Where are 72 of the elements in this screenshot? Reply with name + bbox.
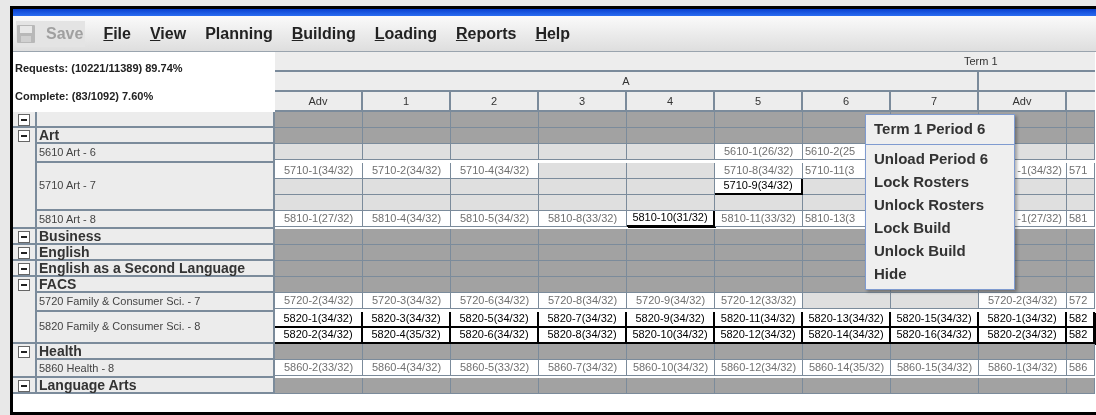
collapse-icon[interactable] [18, 130, 30, 142]
collapse-icon[interactable] [18, 380, 30, 392]
table-cell: 5720-12(33/32) [715, 293, 803, 309]
table-cell: 5720-2(34/32) [979, 293, 1067, 309]
category-label: English as a Second Language [37, 261, 275, 277]
summary-text: Requests: (10221/11389) 89.74% [15, 60, 184, 76]
menu-item[interactable]: Help [534, 21, 572, 46]
table-cell: 5720-8(34/32) [539, 293, 627, 309]
table-cell: 572 [1067, 293, 1095, 309]
menu-item[interactable]: Building [290, 21, 357, 46]
table-cell: 5710-2(34/32) [363, 162, 451, 179]
table-cell: 582 [1067, 311, 1095, 328]
column-header: A [275, 72, 979, 92]
column-header: 3 [539, 92, 627, 112]
menu-item[interactable]: Unlock Build [866, 240, 1014, 263]
table-cell: 5820-15(34/32) [891, 311, 979, 328]
collapse-icon[interactable] [18, 279, 30, 291]
column-header: Adv [979, 92, 1067, 112]
table-cell [1067, 229, 1095, 245]
table-cell [1067, 277, 1095, 293]
menu-title: Term 1 Period 6 [866, 115, 1014, 145]
table-cell [1067, 112, 1095, 128]
table-cell: 5820-7(34/32) [539, 311, 627, 328]
category-label: English [37, 245, 275, 261]
category-label: Language Arts [37, 378, 275, 394]
menu-item[interactable]: View [148, 21, 188, 46]
column-header: 6 [803, 92, 891, 112]
course-label: 5720 Family & Consumer Sci. - 7 [37, 293, 275, 312]
column-header: 7 [891, 92, 979, 112]
table-cell: 5820-3(34/32) [363, 311, 451, 328]
collapse-icon[interactable] [18, 114, 30, 126]
table-cell: 5820-1(34/32) [979, 311, 1067, 328]
table-cell: 5710-8(34/32) [715, 162, 803, 179]
table-cell: 5710-1(34/32) [275, 162, 363, 179]
table-cell: 5820-13(34/32) [803, 311, 891, 328]
summary-text: Complete: (83/1092) 7.60% [15, 88, 155, 104]
column-header: Adv [275, 92, 363, 112]
table-cell: 5720-6(34/32) [451, 293, 539, 309]
table-cell: 571 [1067, 162, 1095, 179]
menu-item[interactable]: Reports [454, 21, 518, 46]
column-header: Term 1 [275, 52, 1095, 72]
table-cell: 5820-11(34/32) [715, 311, 803, 328]
category-label: Art [37, 128, 275, 144]
table-cell: 5720-9(34/32) [627, 293, 715, 309]
table-cell: 5720-3(34/32) [363, 293, 451, 309]
column-header: 5 [715, 92, 803, 112]
table-cell: 5610-1(26/32) [715, 144, 803, 160]
course-label: 5820 Family & Consumer Sci. - 8 [37, 311, 275, 344]
column-header: 2 [451, 92, 539, 112]
table-cell: 5820-5(34/32) [451, 311, 539, 328]
table-cell [1067, 378, 1095, 394]
menu-item[interactable]: Hide [866, 263, 1014, 286]
table-cell: 5720-2(34/32) [275, 293, 363, 309]
table-cell: 5710-4(34/32) [451, 162, 539, 179]
category-label: FACS [37, 277, 275, 293]
course-label: 5710 Art - 7 [37, 162, 275, 211]
collapse-icon[interactable] [18, 231, 30, 243]
table-cell [1067, 245, 1095, 261]
table-cell: 5820-9(34/32) [627, 311, 715, 328]
column-header: 1 [363, 92, 451, 112]
category-label: Business [37, 229, 275, 245]
menu-item[interactable]: Loading [373, 21, 438, 46]
menu-item[interactable]: Planning [204, 21, 274, 46]
table-cell [1067, 128, 1095, 144]
column-header: 4 [627, 92, 715, 112]
course-label: 5610 Art - 6 [37, 144, 275, 163]
table-cell [1067, 261, 1095, 277]
collapse-icon[interactable] [18, 345, 30, 358]
collapse-icon[interactable] [18, 263, 30, 275]
collapse-icon[interactable] [18, 247, 30, 259]
table-cell: 5820-1(34/32) [275, 311, 363, 328]
menu-item[interactable]: File [102, 21, 132, 46]
